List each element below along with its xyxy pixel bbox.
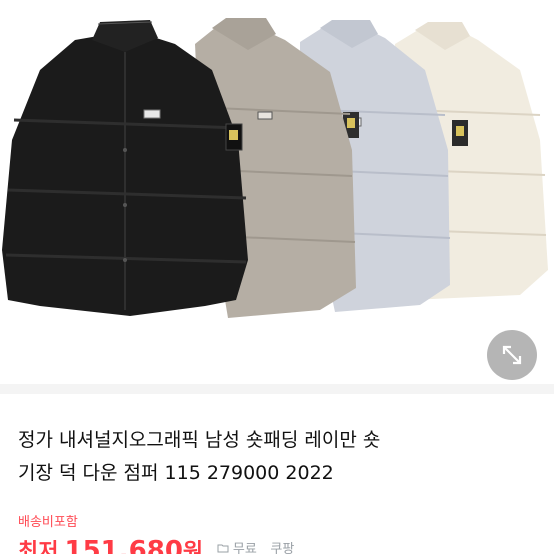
jackets-photo — [2, 18, 548, 318]
price-row: 최저 151,680원 무료 쿠팡 — [18, 534, 294, 554]
folder-icon — [217, 544, 229, 553]
free-tag: 무료 — [217, 538, 257, 554]
expand-arrows-icon — [502, 345, 522, 365]
product-image[interactable] — [0, 0, 554, 384]
price-unit: 원 — [182, 540, 204, 554]
seller-tag: 쿠팡 — [270, 542, 295, 554]
price-label: 최저 — [18, 540, 59, 554]
expand-image-button[interactable] — [487, 330, 537, 380]
title-line-2: 기장 덕 다운 점퍼 115 279000 2022 — [18, 462, 334, 484]
product-info: 정가 내셔널지오그래픽 남성 숏패딩 레이만 숏 기장 덕 다운 점퍼 115 … — [0, 394, 554, 554]
shipping-included-label: 배송비포함 — [18, 515, 78, 530]
section-divider — [0, 384, 554, 394]
free-tag-label: 무료 — [232, 542, 257, 554]
title-line-1: 정가 내셔널지오그래픽 남성 숏패딩 레이만 숏 — [18, 429, 381, 451]
price-value: 151,680 — [64, 536, 183, 554]
product-title: 정가 내셔널지오그래픽 남성 숏패딩 레이만 숏 기장 덕 다운 점퍼 115 … — [18, 424, 518, 490]
